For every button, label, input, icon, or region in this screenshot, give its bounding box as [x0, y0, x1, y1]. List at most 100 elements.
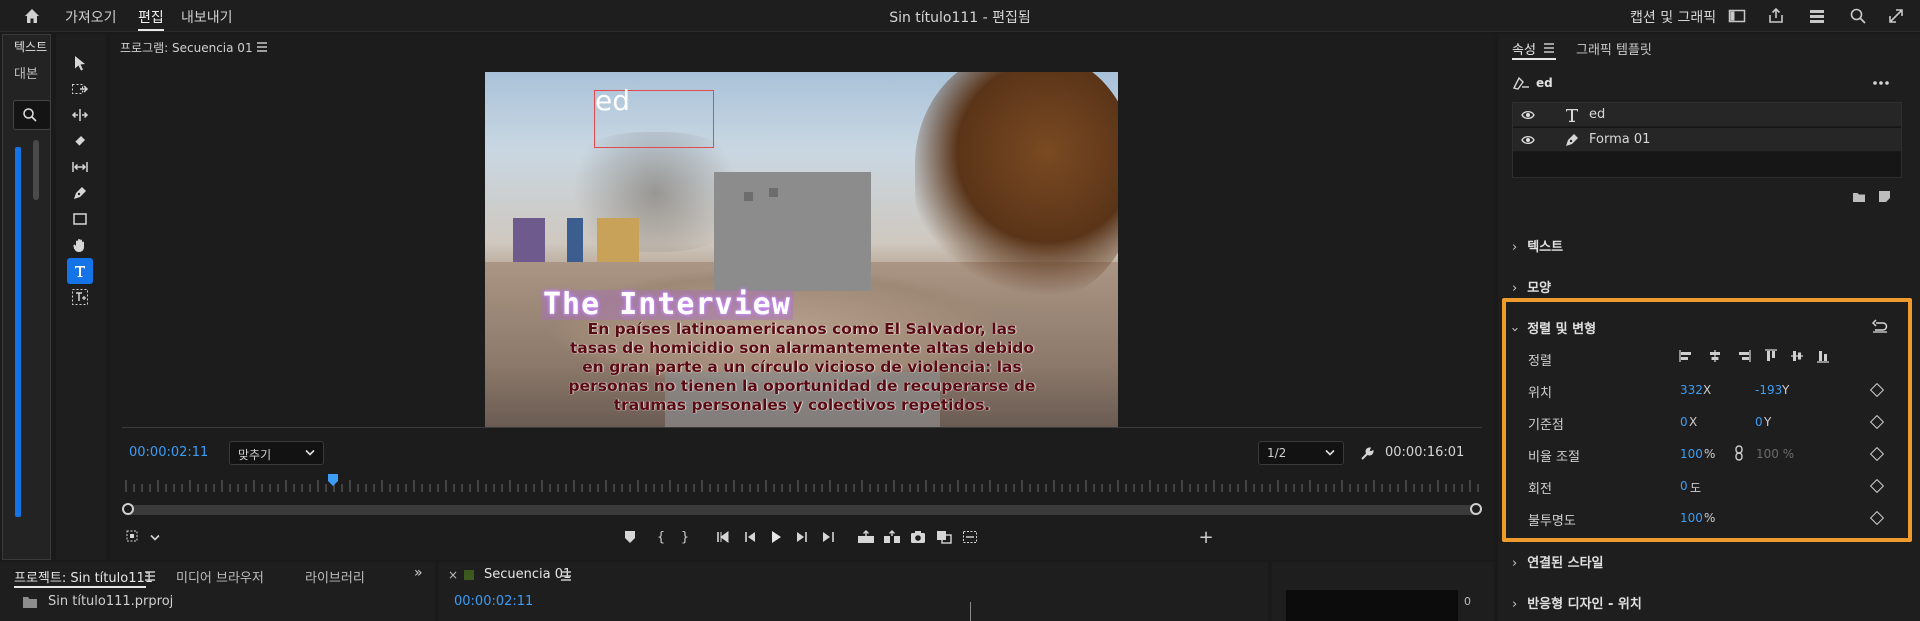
vertical-type-tool-icon[interactable]: [67, 284, 93, 310]
nav-edit[interactable]: 편집: [138, 7, 164, 27]
anchor-x-value[interactable]: 0: [1680, 415, 1688, 429]
rectangle-tool-icon[interactable]: [67, 206, 93, 232]
new-group-folder-icon[interactable]: [1852, 191, 1866, 203]
extract-icon[interactable]: [882, 528, 902, 546]
visibility-eye-icon[interactable]: [1521, 109, 1535, 121]
ripple-edit-tool-icon[interactable]: [67, 102, 93, 128]
tab-text[interactable]: 텍스트: [14, 38, 47, 55]
layer-row-ed[interactable]: ed: [1513, 103, 1901, 127]
panel-menu-icon[interactable]: [1543, 42, 1555, 54]
maximize-icon[interactable]: [1886, 6, 1906, 26]
project-file-name[interactable]: Sin título111.prproj: [48, 594, 173, 609]
reset-icon[interactable]: [1872, 319, 1888, 333]
tab-sequence[interactable]: Secuencia 01: [484, 567, 571, 582]
zoom-scrollbar[interactable]: [124, 505, 1478, 515]
add-button-icon[interactable]: +: [1196, 527, 1216, 548]
export-frame-icon[interactable]: [908, 528, 928, 546]
tab-properties[interactable]: 속성: [1512, 39, 1536, 58]
section-responsive-label: 반응형 디자인 - 위치: [1527, 597, 1642, 612]
playhead-marker[interactable]: [327, 474, 338, 486]
tab-transcript[interactable]: 대본: [14, 63, 38, 82]
align-right-icon[interactable]: [1737, 349, 1751, 363]
home-icon[interactable]: [22, 6, 42, 26]
tab-media-browser[interactable]: 미디어 브라우저: [176, 567, 264, 586]
lift-icon[interactable]: [856, 528, 876, 546]
title-text-overlay[interactable]: The Interview: [541, 290, 793, 320]
chevron-down-icon[interactable]: [150, 534, 160, 542]
go-to-in-icon[interactable]: [715, 528, 735, 546]
mark-out-icon[interactable]: }: [675, 528, 695, 546]
resolution-dropdown[interactable]: 1/2: [1258, 441, 1344, 465]
section-shape-label: 모양: [1527, 281, 1552, 296]
ed-text-layer[interactable]: ed: [595, 84, 630, 117]
type-tool-icon[interactable]: [67, 258, 93, 284]
section-align-transform[interactable]: › 정렬 및 변형: [1507, 318, 1596, 337]
layer-row-forma-01[interactable]: Forma 01: [1513, 128, 1901, 152]
zoom-handle-left[interactable]: [122, 503, 134, 515]
panel-menu-icon[interactable]: [560, 570, 572, 582]
panel-menu-icon[interactable]: [256, 41, 268, 53]
align-bottom-icon[interactable]: [1816, 349, 1830, 363]
shape-dot: [744, 192, 753, 201]
nav-import[interactable]: 가져오기: [65, 7, 117, 27]
position-y-value[interactable]: -193: [1755, 383, 1782, 397]
align-middle-icon[interactable]: [1790, 349, 1804, 363]
zoom-handle-right[interactable]: [1470, 503, 1482, 515]
quick-search-icon[interactable]: [1848, 6, 1868, 26]
comparison-view-icon[interactable]: [934, 528, 954, 546]
step-back-icon[interactable]: [740, 528, 760, 546]
slip-tool-icon[interactable]: [67, 154, 93, 180]
progress-icon[interactable]: [1807, 6, 1827, 26]
timeline-timecode[interactable]: 00:00:02:11: [454, 594, 533, 609]
time-ruler[interactable]: [122, 474, 1482, 496]
vr-video-icon[interactable]: [960, 528, 980, 546]
wrench-icon[interactable]: [1359, 446, 1375, 462]
rotation-value[interactable]: 0: [1680, 479, 1688, 493]
section-linked-styles[interactable]: › 연결된 스타일: [1512, 552, 1604, 571]
section-responsive-design[interactable]: › 반응형 디자인 - 위치: [1512, 593, 1642, 612]
add-marker-icon[interactable]: [620, 528, 640, 546]
selection-tool-icon[interactable]: [67, 50, 93, 76]
scale-value[interactable]: 100: [1680, 447, 1703, 461]
panel-scrollbar[interactable]: [33, 140, 39, 200]
nav-export[interactable]: 내보내기: [181, 7, 233, 27]
forma-01-shape[interactable]: [714, 172, 871, 291]
more-menu-icon[interactable]: [1872, 80, 1890, 86]
go-to-out-icon[interactable]: [816, 528, 836, 546]
fit-dropdown[interactable]: 맞추기: [229, 441, 324, 465]
playhead-timecode[interactable]: 00:00:02:11: [129, 445, 208, 460]
workspace-label[interactable]: 캡션 및 그래픽: [1630, 7, 1716, 27]
align-left-icon[interactable]: [1679, 349, 1693, 363]
more-tabs-icon[interactable]: »: [414, 565, 423, 581]
visibility-eye-icon[interactable]: [1521, 134, 1535, 146]
caption-text[interactable]: En países latinoamericanos como El Salva…: [563, 320, 1041, 415]
section-shape[interactable]: › 모양: [1512, 277, 1551, 296]
video-frame[interactable]: ed The Interview En países latinoamerica…: [485, 72, 1118, 428]
new-layer-icon[interactable]: [1878, 190, 1891, 203]
share-icon[interactable]: [1766, 6, 1786, 26]
play-icon[interactable]: [766, 528, 786, 546]
close-icon[interactable]: ×: [448, 568, 458, 582]
razor-tool-icon[interactable]: [67, 128, 93, 154]
audio-meter: [1286, 590, 1458, 621]
step-forward-icon[interactable]: [792, 528, 812, 546]
mark-in-icon[interactable]: {: [651, 528, 671, 546]
tab-libraries[interactable]: 라이브러리: [305, 567, 365, 586]
tab-project[interactable]: 프로젝트: Sin título111: [14, 567, 153, 586]
settings-grid-icon[interactable]: [126, 530, 142, 544]
link-icon[interactable]: [1734, 445, 1744, 461]
opacity-suffix: %: [1704, 511, 1716, 525]
position-x-value[interactable]: 332: [1680, 383, 1703, 397]
align-top-icon[interactable]: [1764, 349, 1778, 363]
pen-tool-icon[interactable]: [67, 180, 93, 206]
panel-menu-icon[interactable]: [144, 570, 156, 582]
hand-tool-icon[interactable]: [67, 232, 93, 258]
tab-graphic-templates[interactable]: 그래픽 템플릿: [1576, 39, 1652, 58]
section-text[interactable]: › 텍스트: [1512, 236, 1563, 255]
opacity-value[interactable]: 100: [1680, 511, 1703, 525]
track-select-tool-icon[interactable]: [67, 76, 93, 102]
align-center-icon[interactable]: [1708, 349, 1722, 363]
anchor-y-value[interactable]: 0: [1755, 415, 1763, 429]
panel-layout-icon[interactable]: [1727, 6, 1747, 26]
text-search-input[interactable]: [13, 100, 51, 130]
